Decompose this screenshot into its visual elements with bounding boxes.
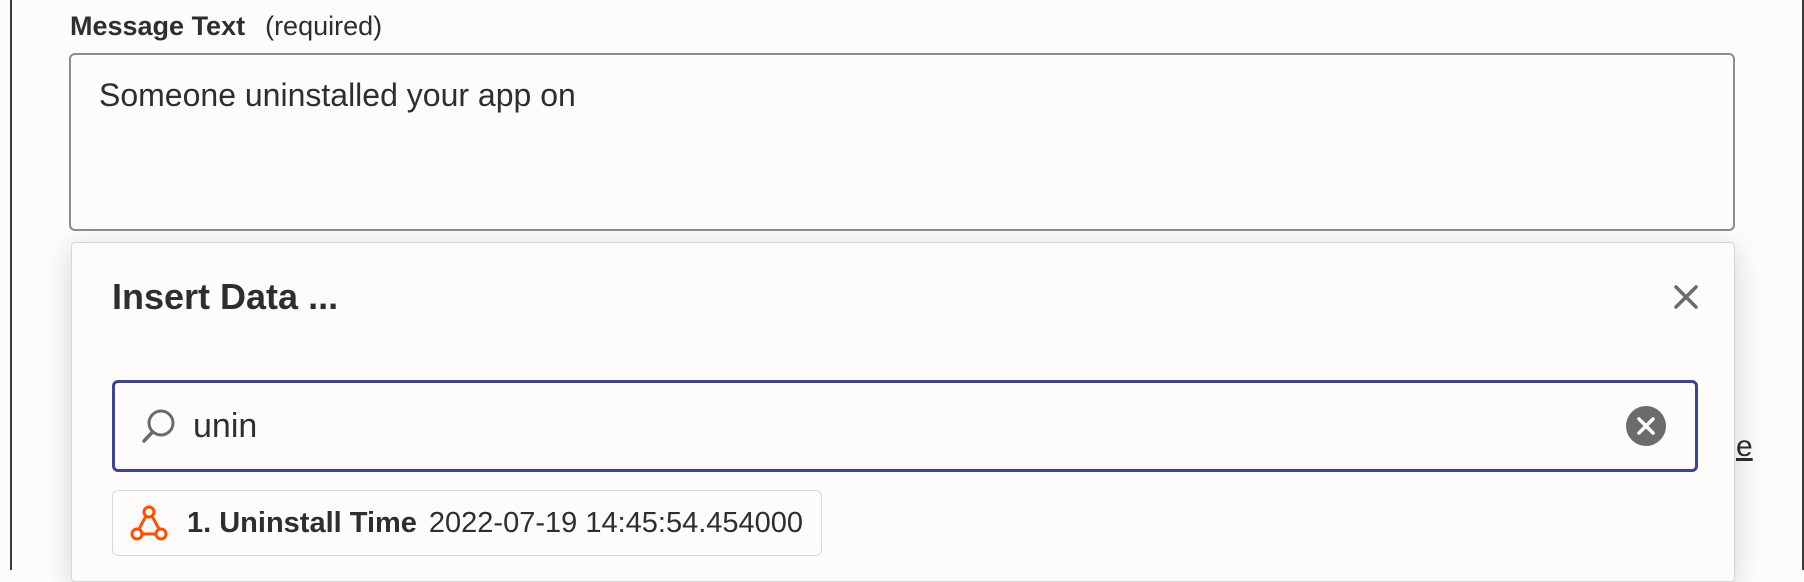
- insert-data-title: Insert Data ...: [112, 276, 339, 317]
- window-frame-left: [0, 0, 12, 570]
- search-input[interactable]: [193, 406, 1625, 446]
- message-text-label: Message Text: [70, 10, 246, 41]
- close-button[interactable]: [1666, 277, 1706, 317]
- webhook-icon: [127, 501, 171, 545]
- message-text-label-row: Message Text (required): [70, 8, 382, 44]
- required-tag: (required): [265, 10, 383, 41]
- search-icon: [137, 404, 181, 448]
- clear-search-button[interactable]: [1625, 405, 1667, 447]
- clear-circle-icon: [1626, 406, 1666, 446]
- message-text-input[interactable]: Someone uninstalled your app on: [69, 53, 1735, 231]
- result-label: 1. Uninstall Time: [187, 506, 417, 539]
- insert-data-result-item[interactable]: 1. Uninstall Time 2022-07-19 14:45:54.45…: [112, 490, 823, 556]
- insert-data-popover: Insert Data ... unin 1. Uninstall Time 2…: [71, 242, 1735, 582]
- result-value: 2022-07-19 14:45:54.454000: [428, 506, 804, 539]
- search-field[interactable]: [112, 380, 1698, 472]
- message-text-value: Someone uninstalled your app on: [99, 77, 576, 113]
- close-icon: [1674, 285, 1698, 309]
- background-text-fragment: e: [1736, 430, 1753, 463]
